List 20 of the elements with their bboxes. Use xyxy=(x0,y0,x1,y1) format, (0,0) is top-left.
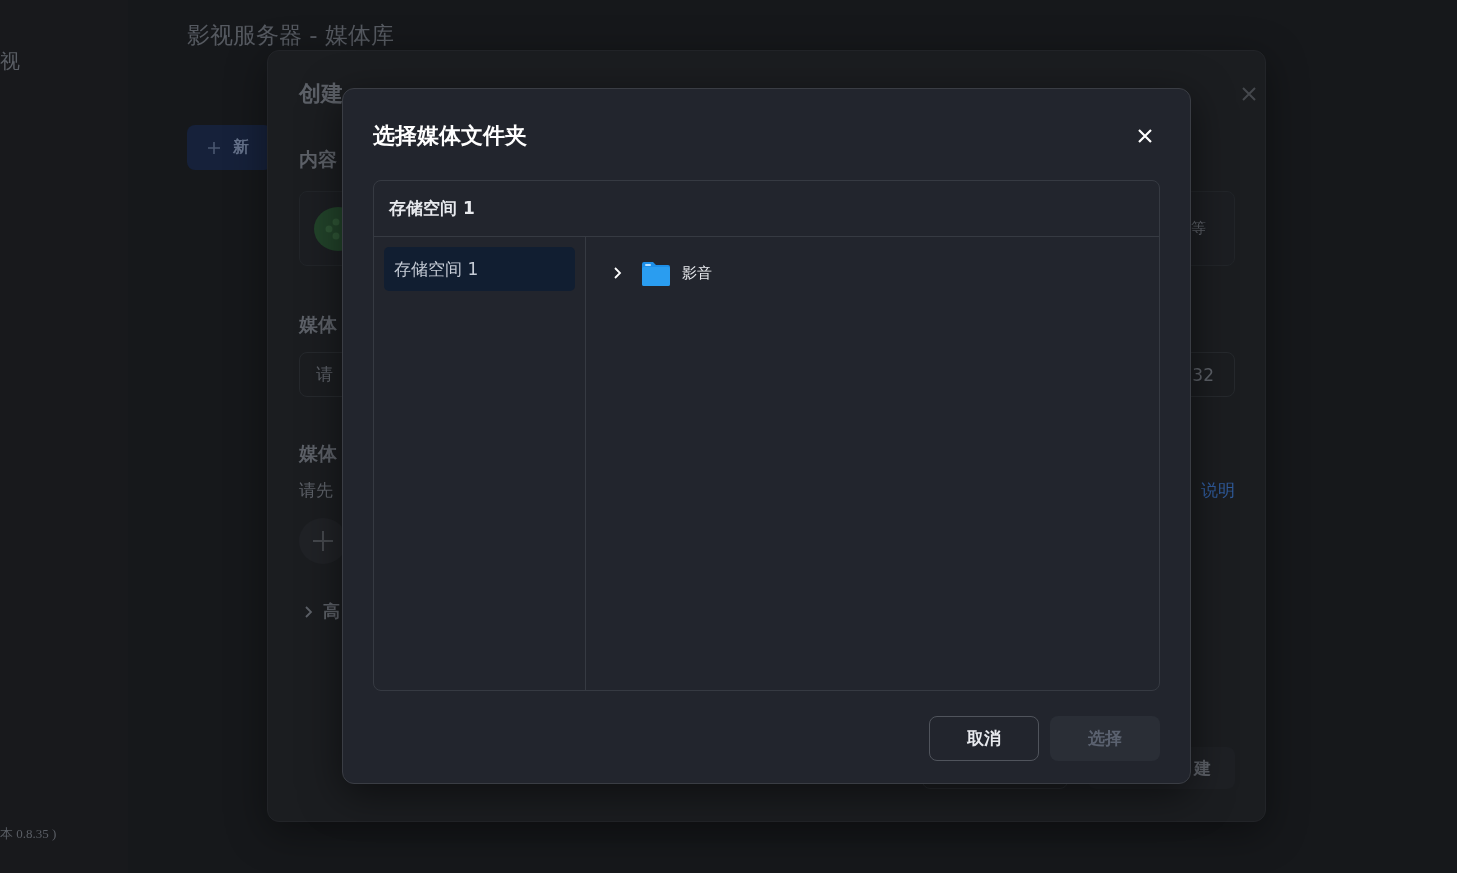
plus-icon xyxy=(312,530,334,552)
section-label: 内容 xyxy=(299,147,338,172)
field-label: 媒体 xyxy=(299,312,338,337)
hint-text: 请先 xyxy=(299,479,333,502)
dialog-title: 创建 xyxy=(299,80,343,108)
breadcrumb[interactable]: 存储空间 1 xyxy=(374,181,1159,237)
plus-icon xyxy=(207,140,221,155)
chevron-icon[interactable] xyxy=(612,266,622,280)
cancel-button[interactable]: 取消 xyxy=(929,716,1039,761)
card-text: 等 xyxy=(1191,219,1206,238)
dialog-title: 选择媒体文件夹 xyxy=(373,122,527,150)
field-label: 媒体 xyxy=(299,441,338,466)
folder-name[interactable]: 影音 xyxy=(682,263,712,283)
advanced-toggle[interactable]: 高 xyxy=(323,600,340,623)
storage-item[interactable]: 存储空间 1 xyxy=(384,247,575,291)
folder-icon xyxy=(642,260,670,286)
page-title: 影视服务器 - 媒体库 xyxy=(187,22,395,48)
version-text: 本 0.8.35 ) xyxy=(0,825,58,843)
sidebar-item[interactable]: 视 xyxy=(0,48,128,75)
help-link[interactable]: 说明 xyxy=(1201,479,1235,502)
